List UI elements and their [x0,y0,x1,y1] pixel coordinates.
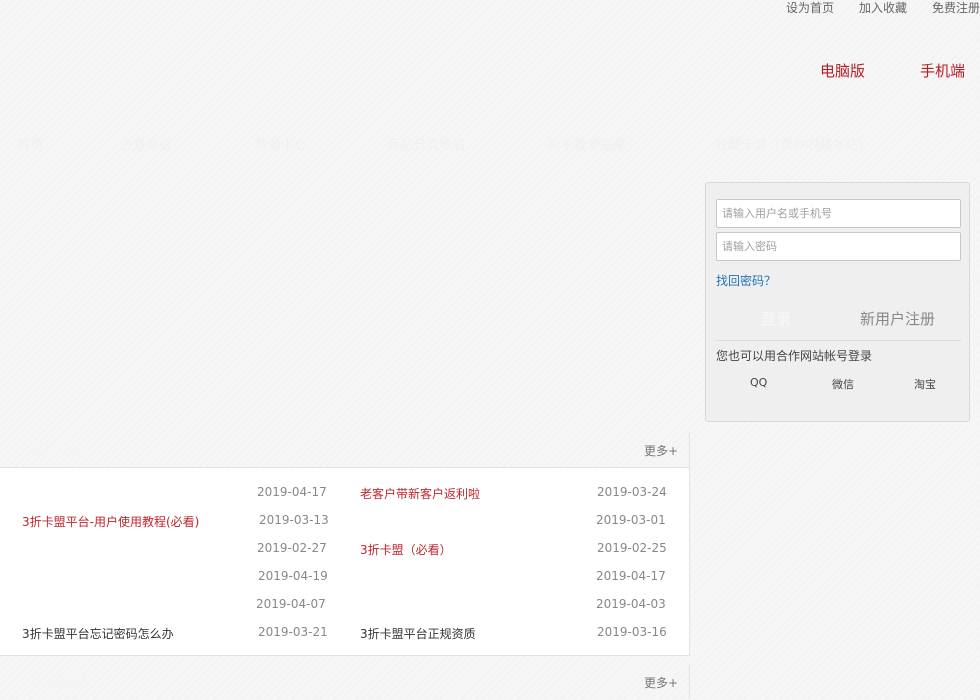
pc-version-link[interactable]: 电脑版 [820,60,865,81]
qq-login-button[interactable]: QQ [750,376,767,389]
news-list: 2019-04-17 老客户带新客户返利啦 2019-03-24 3折卡盟平台-… [0,467,690,656]
taobao-login-button[interactable]: 淘宝 [914,376,936,392]
news-right-date: 2019-03-01 [596,513,666,527]
news-right-title[interactable]: 3折卡盟（必看） [360,541,452,558]
nav-item-favorite[interactable]: 收藏卡盟（帮你收藏本站） [715,134,871,153]
table-row: 2019-04-07 2019-04-03 [0,597,690,625]
nav-item-help[interactable]: 帮助中心 [255,134,307,153]
main-nav: 首页 进货渠道 帮助中心 商品分类导航 新手教学指南 收藏卡盟（帮你收藏本站） [0,122,980,162]
top-bar: 设为首页 加入收藏 免费注册 [780,0,980,16]
news-right-date: 2019-04-17 [596,569,666,583]
news-right-date: 2019-03-16 [597,625,667,639]
news-right-date: 2019-02-25 [597,541,667,555]
news-left-title[interactable]: 3折卡盟平台-用户使用教程(必看) [22,513,199,530]
news-right-title[interactable]: 3折卡盟平台正规资质 [360,625,476,642]
news-left-date: 2019-04-17 [257,485,327,499]
tutorial-panel-title: 新手教程 [30,676,86,692]
banner-area [0,162,690,432]
tutorial-panel-header: 新手教程 更多+ [0,664,690,699]
news-right-date: 2019-04-03 [596,597,666,611]
new-user-register-button[interactable]: 新用户注册 [860,308,935,329]
nav-item-guide[interactable]: 新手教学指南 [548,134,626,153]
news-left-title[interactable]: 3折卡盟平台忘记密码怎么办 [22,625,174,642]
mobile-version-link[interactable]: 手机端 [920,60,965,81]
login-box: 找回密码？ 登录 新用户注册 您也可以用合作网站帐号登录 QQ 微信 淘宝 [705,182,970,422]
bookmark-link[interactable]: 加入收藏 [859,0,907,16]
wechat-login-button[interactable]: 微信 [832,376,854,392]
register-link[interactable]: 免费注册 [932,0,980,16]
table-row: 3折卡盟平台忘记密码怎么办 2019-03-21 3折卡盟平台正规资质 2019… [0,625,690,653]
table-row: 3折卡盟平台-用户使用教程(必看) 2019-03-13 2019-03-01 [0,513,690,541]
table-row: 2019-02-27 3折卡盟（必看） 2019-02-25 [0,541,690,569]
nav-item-categories[interactable]: 商品分类导航 [387,134,465,153]
password-input[interactable] [716,232,961,261]
news-panel-header: 系统公告 更多+ [0,432,690,467]
tutorial-more-link[interactable]: 更多+ [644,674,678,691]
news-left-date: 2019-03-21 [258,625,328,639]
nav-item-channels[interactable]: 进货渠道 [120,134,172,153]
news-right-title[interactable]: 老客户带新客户返利啦 [360,485,480,502]
news-panel-title: 系统公告 [30,444,86,460]
table-row: 2019-04-19 2019-04-17 [0,569,690,597]
table-row: 2019-04-17 老客户带新客户返利啦 2019-03-24 [0,485,690,513]
divider [716,340,961,341]
alt-login-text: 您也可以用合作网站帐号登录 [716,349,873,363]
username-input[interactable] [716,199,961,228]
news-more-link[interactable]: 更多+ [644,442,678,459]
news-left-date: 2019-04-07 [256,597,326,611]
news-right-date: 2019-03-24 [597,485,667,499]
news-left-date: 2019-03-13 [259,513,329,527]
nav-item-home[interactable]: 首页 [17,134,43,153]
set-home-link[interactable]: 设为首页 [786,0,834,16]
login-button[interactable]: 登录 [761,308,791,329]
news-left-date: 2019-02-27 [257,541,327,555]
find-password-link[interactable]: 找回密码？ [716,272,776,289]
news-left-date: 2019-04-19 [258,569,328,583]
